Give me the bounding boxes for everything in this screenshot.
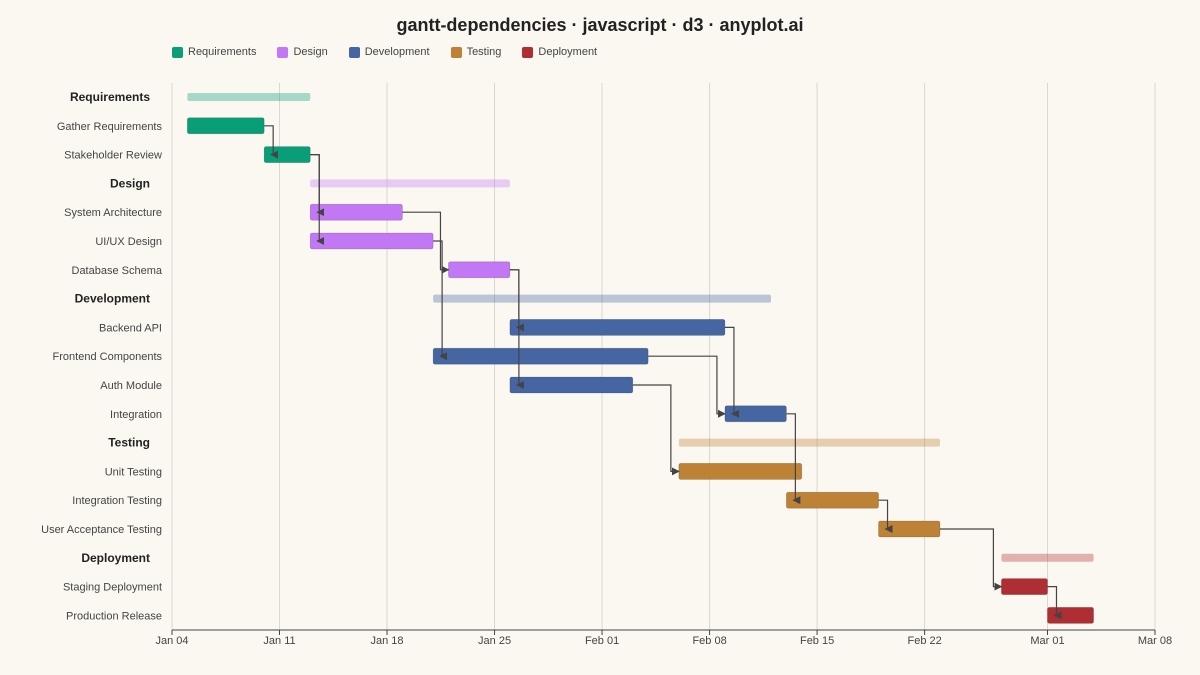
task-label-gather-requirements: Gather Requirements: [57, 121, 163, 133]
dependency-arrow-integ-to-integtest: [786, 413, 801, 505]
task-bar-system-architecture[interactable]: [309, 203, 403, 221]
task-bar-frontend-components[interactable]: [432, 347, 649, 365]
task-label-staging-deployment: Staging Deployment: [63, 582, 162, 594]
task-bar-ui-ux-design[interactable]: [309, 232, 434, 250]
dependency-layer: [264, 125, 1062, 620]
group-bar-development: [433, 294, 772, 303]
group-bar-deployment: [1001, 553, 1094, 562]
task-label-system-architecture: System Architecture: [64, 207, 162, 219]
task-bar-unit-testing[interactable]: [678, 463, 803, 480]
x-tick-label: Jan 25: [478, 635, 511, 647]
x-tick-label: Jan 18: [371, 635, 404, 647]
group-bar-design: [310, 179, 510, 188]
group-label-testing: Testing: [108, 436, 150, 450]
dependency-arrow-stake-to-uiux: [310, 154, 325, 245]
group-label-development: Development: [75, 292, 150, 306]
group-label-deployment: Deployment: [81, 551, 150, 565]
group-bar-requirements: [187, 93, 311, 101]
x-tick-label: Mar 01: [1030, 635, 1064, 647]
task-label-frontend-components: Frontend Components: [53, 351, 163, 363]
x-tick-label: Feb 15: [800, 635, 834, 647]
task-bar-production-release[interactable]: [1047, 607, 1094, 624]
task-label-unit-testing: Unit Testing: [105, 466, 162, 478]
task-label-ui-ux-design: UI/UX Design: [95, 236, 162, 248]
task-bar-backend-api[interactable]: [509, 319, 726, 336]
task-label-integration: Integration: [110, 409, 162, 421]
dependency-arrow-backend-to-integ: [724, 326, 739, 418]
gantt-chart: Requirements Gather Requirements Stakehold…: [41, 83, 1172, 647]
task-label-stakeholder-review: Stakeholder Review: [64, 150, 162, 162]
task-bar-integration-testing[interactable]: [786, 491, 879, 509]
task-label-database-schema: Database Schema: [72, 265, 163, 277]
x-tick-label: Jan 11: [263, 635, 295, 647]
x-tick-label: Feb 08: [692, 635, 726, 647]
task-bar-gather-requirements[interactable]: [187, 117, 265, 135]
x-axis: Jan 04 Jan 11 Jan 18 Jan 25 Feb 01 Feb 08 Feb …: [155, 629, 1172, 647]
x-tick-label: Mar 08: [1138, 635, 1172, 647]
task-label-production-release: Production Release: [66, 610, 162, 622]
group-bar-testing: [678, 438, 940, 447]
task-bar-staging-deployment[interactable]: [1001, 578, 1048, 595]
task-bar-layer: [187, 117, 1094, 624]
x-tick-label: Feb 22: [907, 635, 941, 647]
task-label-integration-testing: Integration Testing: [72, 495, 162, 507]
dependency-arrow-auth-to-unit: [632, 384, 680, 476]
task-label-auth-module: Auth Module: [100, 380, 162, 392]
task-bar-auth-module[interactable]: [509, 376, 634, 394]
group-label-requirements: Requirements: [70, 90, 150, 104]
row-label-layer: Requirements Gather Requirements Stakehold…: [41, 90, 163, 622]
task-label-user-acceptance-testing: User Acceptance Testing: [41, 524, 162, 536]
x-tick-label: Feb 01: [585, 635, 619, 647]
task-bar-database-schema[interactable]: [448, 261, 511, 279]
group-label-design: Design: [110, 176, 150, 190]
x-tick-label: Jan 04: [155, 635, 188, 647]
dependency-arrow-uat-to-staging: [939, 528, 1003, 591]
task-bar-stakeholder-review[interactable]: [263, 146, 311, 163]
task-label-backend-api: Backend API: [99, 322, 162, 334]
